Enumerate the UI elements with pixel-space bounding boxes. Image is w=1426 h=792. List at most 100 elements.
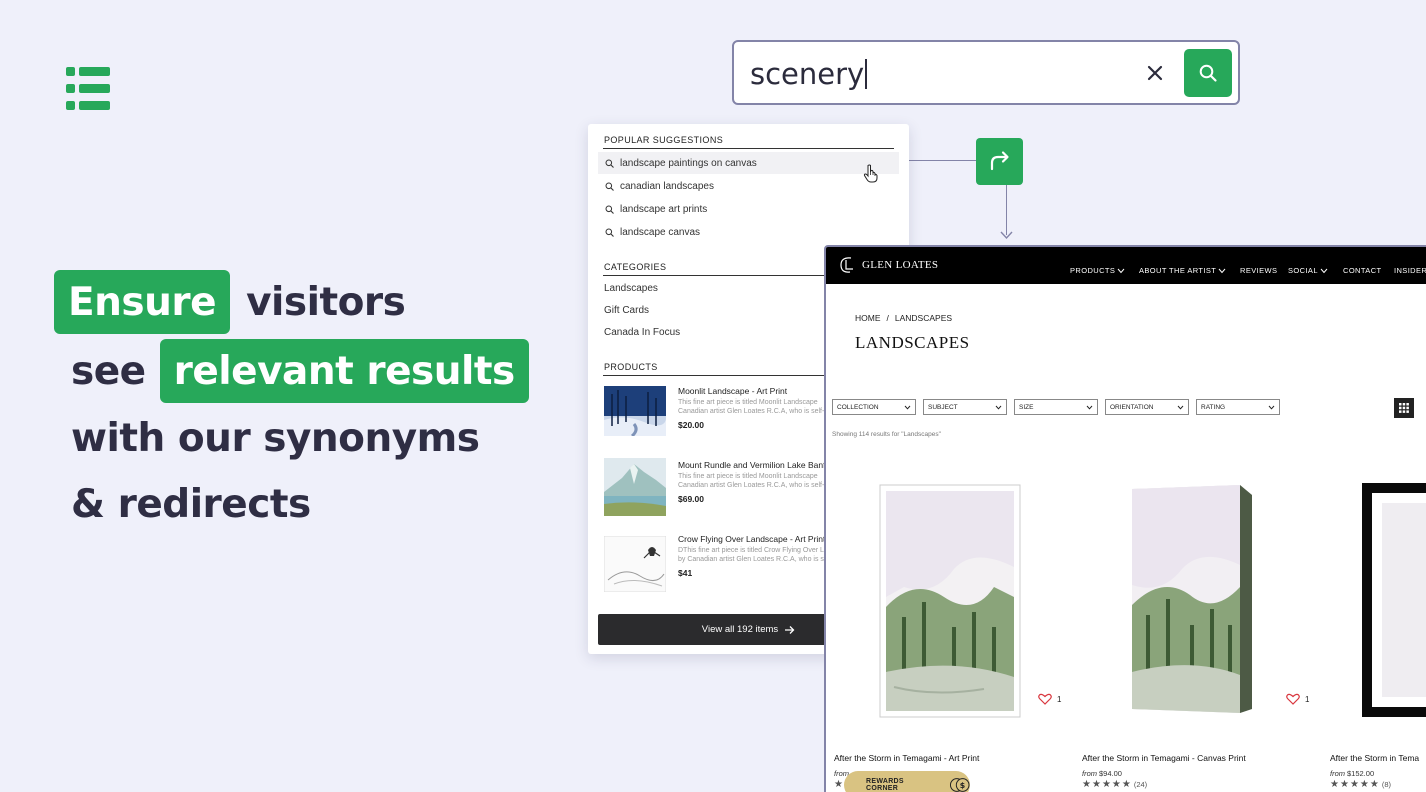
filter-rating[interactable]: RATING	[1196, 399, 1280, 415]
grid-view-button[interactable]	[1394, 398, 1414, 418]
product-image	[879, 484, 1021, 718]
suggestion-item[interactable]: canadian landscapes	[598, 175, 899, 197]
product-price: $41	[678, 568, 693, 578]
chevron-down-icon	[1320, 268, 1328, 273]
suggestion-item[interactable]: landscape canvas	[598, 221, 899, 243]
product-description: DThis fine art piece is titled Crow Flyi…	[678, 547, 828, 563]
hand-cursor-icon	[863, 164, 878, 183]
search-icon	[605, 228, 614, 237]
star-icon: ★	[1349, 779, 1359, 790]
close-icon[interactable]	[1143, 61, 1167, 85]
suggestion-item[interactable]: landscape art prints	[598, 198, 899, 220]
product-title[interactable]: After the Storm in Tema	[1330, 753, 1419, 763]
category-item[interactable]: Landscapes	[604, 283, 658, 294]
chevron-down-icon	[1268, 405, 1275, 410]
breadcrumb-current: LANDSCAPES	[894, 313, 953, 323]
headline-text-visitors: visitors	[246, 279, 406, 325]
headline-highlight-relevant: relevant results	[159, 339, 529, 403]
nav-item-contact[interactable]: CONTACT	[1343, 266, 1382, 275]
section-title-products: PRODUCTS	[604, 362, 658, 372]
product-image	[1362, 483, 1426, 717]
redirect-button[interactable]	[976, 138, 1023, 185]
product-card[interactable]: 1 After the Storm in Temagami - Canvas P…	[1082, 477, 1322, 792]
product-price: from $94.00	[1082, 769, 1122, 778]
app-logo-icon	[66, 67, 110, 110]
star-icon: ★	[834, 779, 843, 790]
product-thumbnail	[604, 386, 666, 436]
filter-size[interactable]: SIZE	[1014, 399, 1098, 415]
search-icon	[1199, 64, 1217, 82]
product-price: $20.00	[678, 420, 704, 430]
svg-text:$: $	[959, 781, 965, 790]
arrow-right-icon	[785, 625, 795, 634]
product-name: Mount Rundle and Vermilion Lake Banff	[678, 460, 828, 470]
headline-line-redirects: & redirects	[71, 481, 311, 527]
website-preview: GLEN LOATES PRODUCTS ABOUT THE ARTIST RE…	[824, 245, 1426, 792]
review-count: (24)	[1133, 780, 1148, 789]
search-button[interactable]	[1184, 49, 1232, 97]
divider	[603, 148, 894, 149]
connector-line	[900, 160, 976, 161]
category-item[interactable]: Gift Cards	[604, 305, 649, 316]
star-icon: ★	[1121, 779, 1131, 790]
chevron-down-icon	[904, 405, 911, 410]
headline-highlight-ensure: Ensure	[54, 270, 231, 334]
page-title: LANDSCAPES	[855, 333, 970, 352]
chevron-down-icon	[1177, 405, 1184, 410]
chevron-down-icon	[1218, 268, 1226, 273]
breadcrumb: HOME / LANDSCAPES	[855, 313, 952, 323]
nav-item-insider[interactable]: INSIDER	[1394, 266, 1426, 275]
chevron-down-icon	[1086, 405, 1093, 410]
search-input[interactable]: scenery	[750, 57, 868, 91]
heart-icon	[1038, 693, 1052, 705]
grid-icon	[1399, 403, 1409, 413]
wishlist-button[interactable]: 1	[1286, 693, 1309, 705]
breadcrumb-home[interactable]: HOME	[855, 313, 881, 323]
star-icon: ★	[1369, 779, 1379, 790]
star-icon: ★	[1082, 779, 1091, 790]
product-title[interactable]: After the Storm in Temagami - Canvas Pri…	[1082, 753, 1246, 763]
filter-subject[interactable]: SUBJECT	[923, 399, 1007, 415]
headline-line-synonyms: with our synonyms	[71, 415, 480, 461]
results-count: Showing 114 results for "Landscapes"	[832, 431, 941, 438]
product-price: from $152.00	[1330, 769, 1375, 778]
star-icon: ★	[1359, 779, 1369, 790]
star-icon: ★	[1111, 779, 1121, 790]
product-thumbnail	[604, 536, 666, 592]
suggestion-item[interactable]: landscape paintings on canvas	[598, 152, 899, 174]
chevron-down-icon	[995, 405, 1002, 410]
redirect-arrow-icon	[990, 150, 1009, 170]
filter-orientation[interactable]: ORIENTATION	[1105, 399, 1189, 415]
search-icon	[605, 182, 614, 191]
section-title-categories: CATEGORIES	[604, 262, 667, 272]
nav-item-reviews[interactable]: REVIEWS	[1240, 266, 1277, 275]
product-name: Moonlit Landscape - Art Print	[678, 386, 788, 396]
product-card[interactable]: After the Storm in Tema from $152.00 ★ ★ ★ ★…	[1330, 477, 1426, 792]
nav-item-about[interactable]: ABOUT THE ARTIST	[1139, 266, 1226, 275]
filter-collection[interactable]: COLLECTION	[832, 399, 916, 415]
text-caret	[865, 59, 868, 89]
section-title-popular: POPULAR SUGGESTIONS	[604, 135, 724, 145]
rating-stars: ★ ★ ★ ★ ★ (24)	[1082, 779, 1147, 790]
nav-item-social[interactable]: SOCIAL	[1288, 266, 1328, 275]
rewards-corner-button[interactable]: REWARDS CORNER $	[844, 771, 970, 792]
search-bar[interactable]: scenery	[732, 40, 1240, 105]
brand-logo-icon	[840, 257, 853, 273]
wishlist-button[interactable]: 1	[1038, 693, 1061, 705]
coins-icon: $	[949, 778, 970, 792]
category-item[interactable]: Canada In Focus	[604, 327, 680, 338]
nav-item-products[interactable]: PRODUCTS	[1070, 266, 1125, 275]
arrow-down-icon	[1000, 231, 1013, 240]
search-icon	[605, 205, 614, 214]
product-price: $69.00	[678, 494, 704, 504]
chevron-down-icon	[1117, 268, 1125, 273]
product-thumbnail	[604, 458, 666, 516]
star-icon: ★	[1330, 779, 1339, 790]
product-title[interactable]: After the Storm in Temagami - Art Print	[834, 753, 979, 763]
product-card[interactable]: 1 After the Storm in Temagami - Art Prin…	[834, 477, 1074, 792]
product-image	[1132, 485, 1252, 713]
site-brand[interactable]: GLEN LOATES	[838, 255, 938, 275]
product-description: This fine art piece is titled Moonlit La…	[678, 399, 825, 415]
headline-text-see: see	[71, 348, 146, 394]
rating-stars: ★	[834, 779, 844, 790]
